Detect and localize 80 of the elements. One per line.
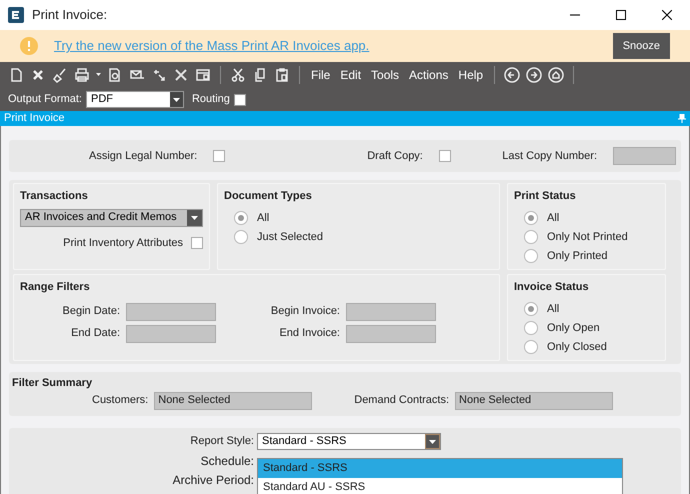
field-label: Assign Legal Number: bbox=[89, 148, 198, 164]
field-label: Begin Date: bbox=[62, 304, 120, 320]
radio-button[interactable] bbox=[234, 211, 248, 225]
checkbox[interactable] bbox=[438, 150, 451, 162]
broom-icon[interactable] bbox=[52, 67, 68, 83]
menu-item[interactable]: File bbox=[309, 66, 332, 84]
dropdown-option[interactable]: Standard AU - SSRS bbox=[258, 478, 622, 494]
close-icon[interactable] bbox=[662, 10, 672, 20]
warning-icon bbox=[20, 37, 38, 55]
radio-button[interactable] bbox=[524, 211, 538, 225]
caret-icon[interactable] bbox=[96, 73, 101, 77]
radio-button[interactable] bbox=[524, 249, 538, 263]
field-label: Routing bbox=[192, 92, 230, 108]
group-title: Document Types bbox=[224, 189, 313, 204]
window-title: Print Invoice: bbox=[32, 6, 108, 24]
customers-field[interactable]: None Selected bbox=[154, 392, 312, 410]
field-label: Schedule: bbox=[200, 452, 254, 470]
field-label: Archive Period: bbox=[172, 472, 254, 486]
menu-item[interactable]: Edit bbox=[338, 66, 364, 84]
field-label: Last Copy Number: bbox=[502, 148, 597, 164]
field-label: Output Format: bbox=[8, 92, 82, 108]
checkbox[interactable] bbox=[213, 150, 226, 162]
clipboard-icon[interactable] bbox=[274, 67, 290, 83]
pin-icon[interactable] bbox=[678, 114, 686, 123]
printer-icon[interactable] bbox=[74, 67, 90, 83]
demand-contracts-field[interactable]: None Selected bbox=[455, 392, 614, 410]
print-preview-icon[interactable] bbox=[107, 67, 123, 83]
menu-item[interactable]: Tools bbox=[369, 66, 402, 84]
back-icon[interactable] bbox=[504, 67, 520, 83]
radio-button[interactable] bbox=[234, 230, 248, 244]
field-label: End Date: bbox=[70, 326, 120, 342]
group-title: Invoice Status bbox=[514, 280, 590, 295]
output-format-dropdown[interactable]: PDF bbox=[86, 91, 184, 108]
app-logo-icon bbox=[8, 7, 24, 23]
caret-icon[interactable] bbox=[191, 216, 198, 220]
transactions-dropdown[interactable]: AR Invoices and Credit Memos bbox=[20, 208, 203, 226]
menu-item[interactable]: Actions bbox=[407, 66, 450, 84]
field-label: Draft Copy: bbox=[367, 148, 423, 164]
field-label: Only Open bbox=[547, 320, 600, 336]
field-label: All bbox=[257, 210, 270, 226]
field-label: Just Selected bbox=[257, 230, 324, 245]
caret-icon[interactable] bbox=[429, 440, 436, 444]
dropdown-option[interactable]: Standard - SSRS bbox=[258, 459, 622, 478]
input-field[interactable] bbox=[126, 302, 216, 320]
field-label: Print Inventory Attributes bbox=[63, 236, 183, 250]
forward-icon[interactable] bbox=[526, 67, 542, 83]
arrows-icon[interactable] bbox=[151, 67, 167, 83]
panel-title: Print Invoice bbox=[4, 111, 65, 126]
field-label: All bbox=[547, 302, 560, 317]
caret-icon[interactable] bbox=[172, 98, 180, 102]
menu-item[interactable]: Help bbox=[456, 66, 486, 84]
checkbox[interactable] bbox=[191, 236, 203, 249]
field-label: Begin Invoice: bbox=[270, 304, 340, 320]
radio-button[interactable] bbox=[524, 302, 538, 316]
routing-checkbox[interactable] bbox=[234, 94, 246, 106]
input-field[interactable] bbox=[126, 324, 216, 342]
field-label: End Invoice: bbox=[278, 326, 340, 342]
input-field[interactable] bbox=[613, 147, 676, 165]
field-label: All bbox=[547, 210, 560, 226]
field-label: Only Not Printed bbox=[547, 230, 628, 245]
field-label: Report Style: bbox=[189, 434, 254, 450]
field-label: Demand Contracts: bbox=[354, 393, 450, 408]
radio-button[interactable] bbox=[524, 321, 538, 335]
radio-button[interactable] bbox=[524, 340, 538, 354]
field-label: Only Closed bbox=[547, 340, 607, 355]
home-icon[interactable] bbox=[548, 67, 564, 83]
input-field[interactable] bbox=[346, 324, 436, 342]
group-title: Filter Summary bbox=[12, 376, 94, 391]
group-title: Print Status bbox=[514, 189, 577, 204]
input-field[interactable] bbox=[346, 302, 436, 320]
radio-button[interactable] bbox=[524, 230, 538, 244]
report-style-dropdown[interactable]: Standard - SSRS bbox=[257, 433, 441, 450]
field-label: Customers: bbox=[92, 393, 148, 408]
snooze-button[interactable]: Snooze bbox=[612, 32, 670, 60]
maximize-icon[interactable] bbox=[616, 10, 626, 20]
scissors-icon[interactable] bbox=[230, 67, 246, 83]
field-label: Only Printed bbox=[547, 248, 608, 264]
window-icon[interactable] bbox=[195, 67, 211, 83]
group-title: Range Filters bbox=[20, 280, 91, 295]
group-title: Transactions bbox=[20, 189, 89, 204]
